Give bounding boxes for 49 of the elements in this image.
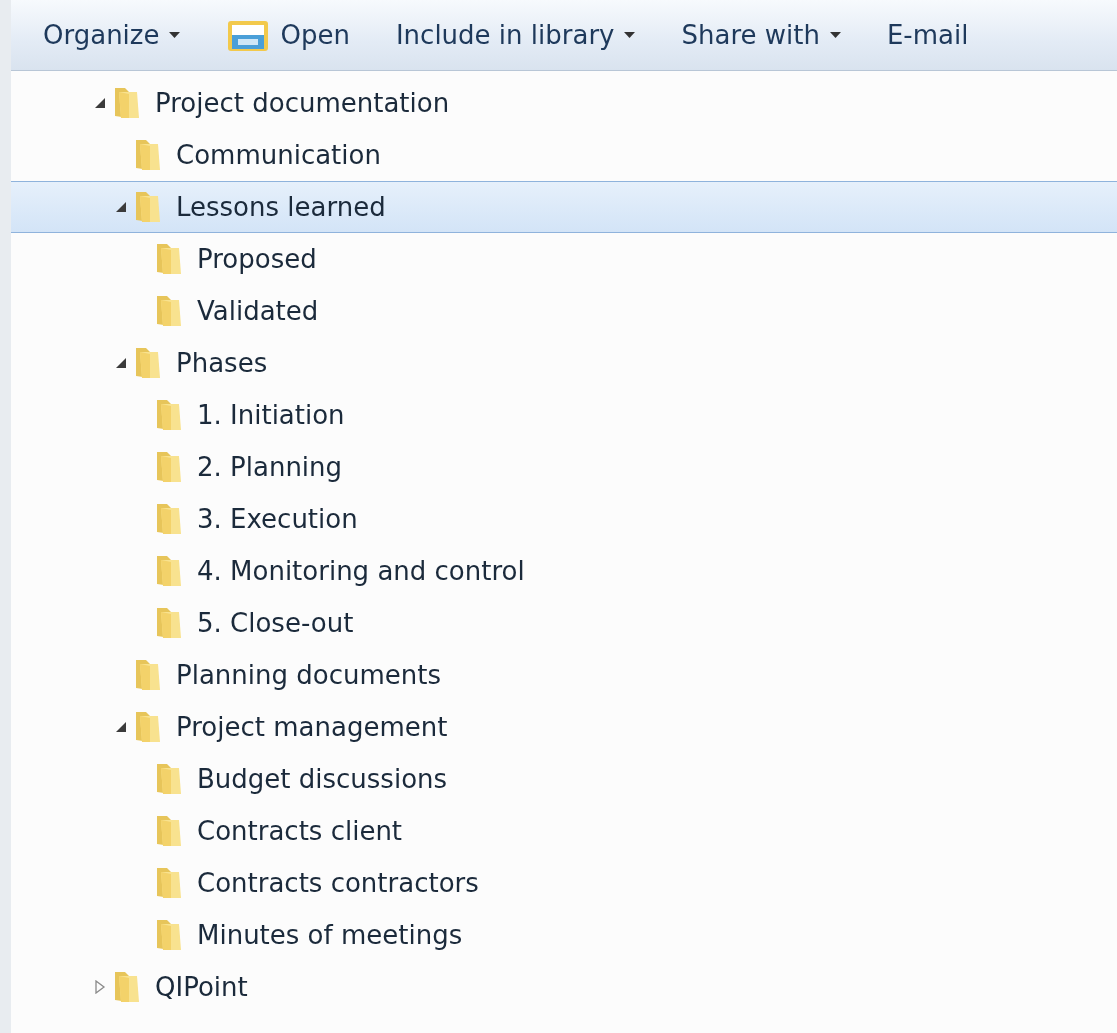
tree-item-label: Communication [176,140,381,170]
collapse-arrow-icon[interactable] [93,96,107,110]
caret-icon [829,32,841,38]
tree-item[interactable]: Proposed [11,233,1117,285]
tree-item-label: Planning documents [176,660,441,690]
tree-item[interactable]: Validated [11,285,1117,337]
tree-item[interactable]: Minutes of meetings [11,909,1117,961]
tree-item[interactable]: 3. Execution [11,493,1117,545]
tree-item-label: Phases [176,348,268,378]
tree-item[interactable]: Project documentation [11,77,1117,129]
collapse-arrow-icon[interactable] [114,356,128,370]
open-button[interactable]: Open [214,11,362,59]
collapse-arrow-icon[interactable] [114,720,128,734]
tree-item-label: Lessons learned [176,192,386,222]
tree-item[interactable]: 2. Planning [11,441,1117,493]
tree-item[interactable]: Budget discussions [11,753,1117,805]
tree-item[interactable]: Communication [11,129,1117,181]
tree-item[interactable]: Lessons learned [11,181,1117,233]
tree-item-label: Budget discussions [197,764,448,794]
tree-item-label: 1. Initiation [197,400,345,430]
toolbar-button[interactable]: E-mail [874,14,981,56]
tree-item-label: Validated [197,296,319,326]
tree-item[interactable]: Planning documents [11,649,1117,701]
tree-item-label: Project documentation [155,88,450,118]
tree-item[interactable]: 5. Close-out [11,597,1117,649]
tree-item[interactable]: Contracts client [11,805,1117,857]
tree-item-label: 5. Close-out [197,608,354,638]
tree-item-label: Contracts contractors [197,868,479,898]
tree-item[interactable]: Phases [11,337,1117,389]
tree-item[interactable]: 4. Monitoring and control [11,545,1117,597]
tree-item[interactable]: QIPoint [11,961,1117,1013]
tree-item[interactable]: Contracts contractors [11,857,1117,909]
collapse-arrow-icon[interactable] [114,200,128,214]
tree-item-label: 2. Planning [197,452,343,482]
tree-item-label: Project management [176,712,448,742]
caret-icon [169,32,181,38]
expand-arrow-icon[interactable] [93,980,107,994]
tree-item-label: Minutes of meetings [197,920,463,950]
tree-item[interactable]: 1. Initiation [11,389,1117,441]
menu-button[interactable]: Include in library [383,14,648,56]
menu-button[interactable]: Share with [669,14,853,56]
tree-item-label: Proposed [197,244,317,274]
tree-item-label: 3. Execution [197,504,358,534]
tree-item[interactable]: Project management [11,701,1117,753]
tree-item-label: 4. Monitoring and control [197,556,525,586]
tree-item-label: Contracts client [197,816,403,846]
caret-icon [624,32,636,38]
menu-button[interactable]: Organize [31,14,193,56]
tree-item-label: QIPoint [155,972,248,1002]
